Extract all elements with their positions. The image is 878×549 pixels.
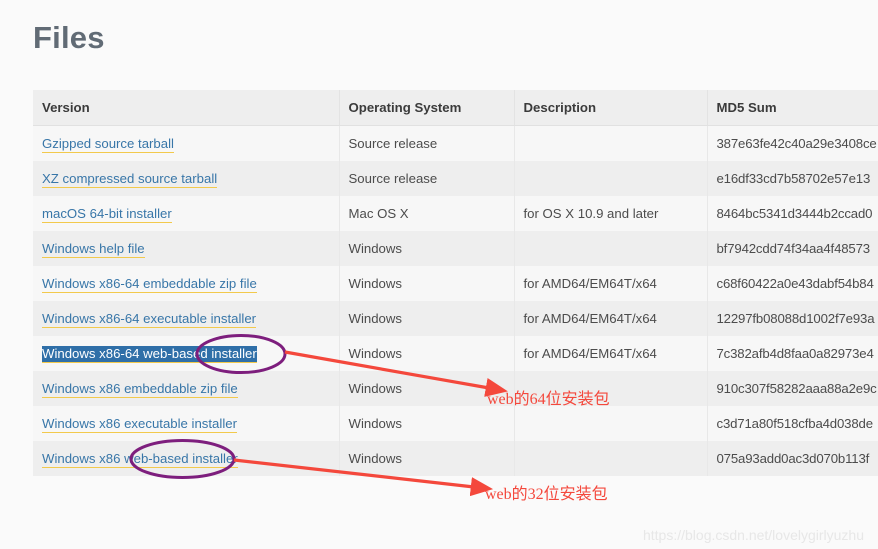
download-link[interactable]: Windows x86-64 executable installer [42,311,257,328]
cell-md5-sum: 910c307f58282aaa88a2e9c [707,371,878,406]
download-link[interactable]: Gzipped source tarball [42,136,174,153]
cell-description: for AMD64/EM64T/x64 [514,301,708,336]
table-row: macOS 64-bit installer Mac OS Xfor OS X 1… [33,196,878,231]
cell-description [514,441,708,476]
cell-description: for OS X 10.9 and later [514,196,708,231]
table-row: Gzipped source tarball Source release 387e… [33,125,878,161]
cell-version: XZ compressed source tarball [33,161,340,196]
watermark: https://blog.csdn.net/lovelygirlyuzhu [642,527,864,543]
cell-md5-sum: c68f60422a0e43dabf54b84 [707,266,878,301]
cell-version: Windows x86 executable installer [33,406,340,441]
download-link[interactable]: Windows x86 embeddable zip file [42,381,238,398]
annotation-label-64bit: web的64位安装包 [487,391,610,408]
column-header-md5-sum: MD5 Sum [707,90,878,126]
cell-operating-system: Windows [339,231,515,266]
column-header-description: Description [514,90,708,126]
table-row: Windows x86-64 executable installer Windo… [33,301,878,336]
cell-description: for AMD64/EM64T/x64 [514,336,708,371]
cell-md5-sum: bf7942cdd74f34aa4f48573 [707,231,878,266]
download-link[interactable]: XZ compressed source tarball [42,171,218,188]
cell-version: macOS 64-bit installer [33,196,340,231]
table-body: Gzipped source tarball Source release 387e… [33,125,878,476]
files-table: Version Operating System Description MD5… [33,90,878,476]
table-row: Windows x86 web-based installer Windows 07… [33,441,878,476]
download-link[interactable]: Windows x86-64 embeddable zip file [42,276,257,293]
cell-operating-system: Windows [339,336,515,371]
cell-version: Windows help file [33,231,340,266]
table-header-row: Version Operating System Description MD5… [33,90,878,126]
cell-description [514,231,708,266]
download-link[interactable]: Windows x86 executable installer [42,416,237,433]
download-link[interactable]: Windows x86 web-based installer [42,451,238,468]
table-header: Version Operating System Description MD5… [33,90,878,126]
cell-version: Gzipped source tarball [33,125,340,161]
cell-description [514,161,708,196]
cell-version: Windows x86-64 embeddable zip file [33,266,340,301]
column-header-operating-system: Operating System [339,90,515,126]
download-link[interactable]: macOS 64-bit installer [42,206,172,223]
download-link[interactable]: Windows help file [42,241,145,258]
page-title: Files [33,20,105,55]
download-link[interactable]: Windows x86-64 web-based installer [42,346,257,363]
table-row: XZ compressed source tarball Source relea… [33,161,878,196]
cell-version: Windows x86-64 executable installer [33,301,340,336]
table-row: Windows help file Windows bf7942cdd74f34aa… [33,231,878,266]
cell-operating-system: Windows [339,266,515,301]
cell-operating-system: Windows [339,301,515,336]
cell-version: Windows x86 embeddable zip file [33,371,340,406]
cell-operating-system: Windows [339,441,515,476]
cell-operating-system: Source release [339,161,515,196]
cell-version: Windows x86-64 web-based installer [33,336,340,371]
table-row: Windows x86 executable installer Windows c… [33,406,878,441]
cell-md5-sum: 075a93add0ac3d070b113f [707,441,878,476]
cell-description: for AMD64/EM64T/x64 [514,266,708,301]
cell-operating-system: Source release [339,125,515,161]
table-row: Windows x86-64 embeddable zip file Window… [33,266,878,301]
cell-operating-system: Mac OS X [339,196,515,231]
page-root: Files Version Operating System Descripti… [0,0,878,549]
cell-md5-sum: 387e63fe42c40a29e3408ce [707,125,878,161]
cell-md5-sum: e16df33cd7b58702e57e13 [707,161,878,196]
cell-md5-sum: 8464bc5341d3444b2ccad0 [707,196,878,231]
cell-md5-sum: c3d71a80f518cfba4d038de [707,406,878,441]
cell-operating-system: Windows [339,406,515,441]
column-header-version: Version [33,90,340,126]
cell-description [514,406,708,441]
cell-md5-sum: 7c382afb4d8faa0a82973e4 [707,336,878,371]
cell-description [514,125,708,161]
cell-version: Windows x86 web-based installer [33,441,340,476]
cell-md5-sum: 12297fb08088d1002f7e93a [707,301,878,336]
table-row: Windows x86-64 web-based installer Window… [33,336,878,371]
table-row: Windows x86 embeddable zip file Windows 91… [33,371,878,406]
annotation-label-32bit: web的32位安装包 [485,486,608,503]
